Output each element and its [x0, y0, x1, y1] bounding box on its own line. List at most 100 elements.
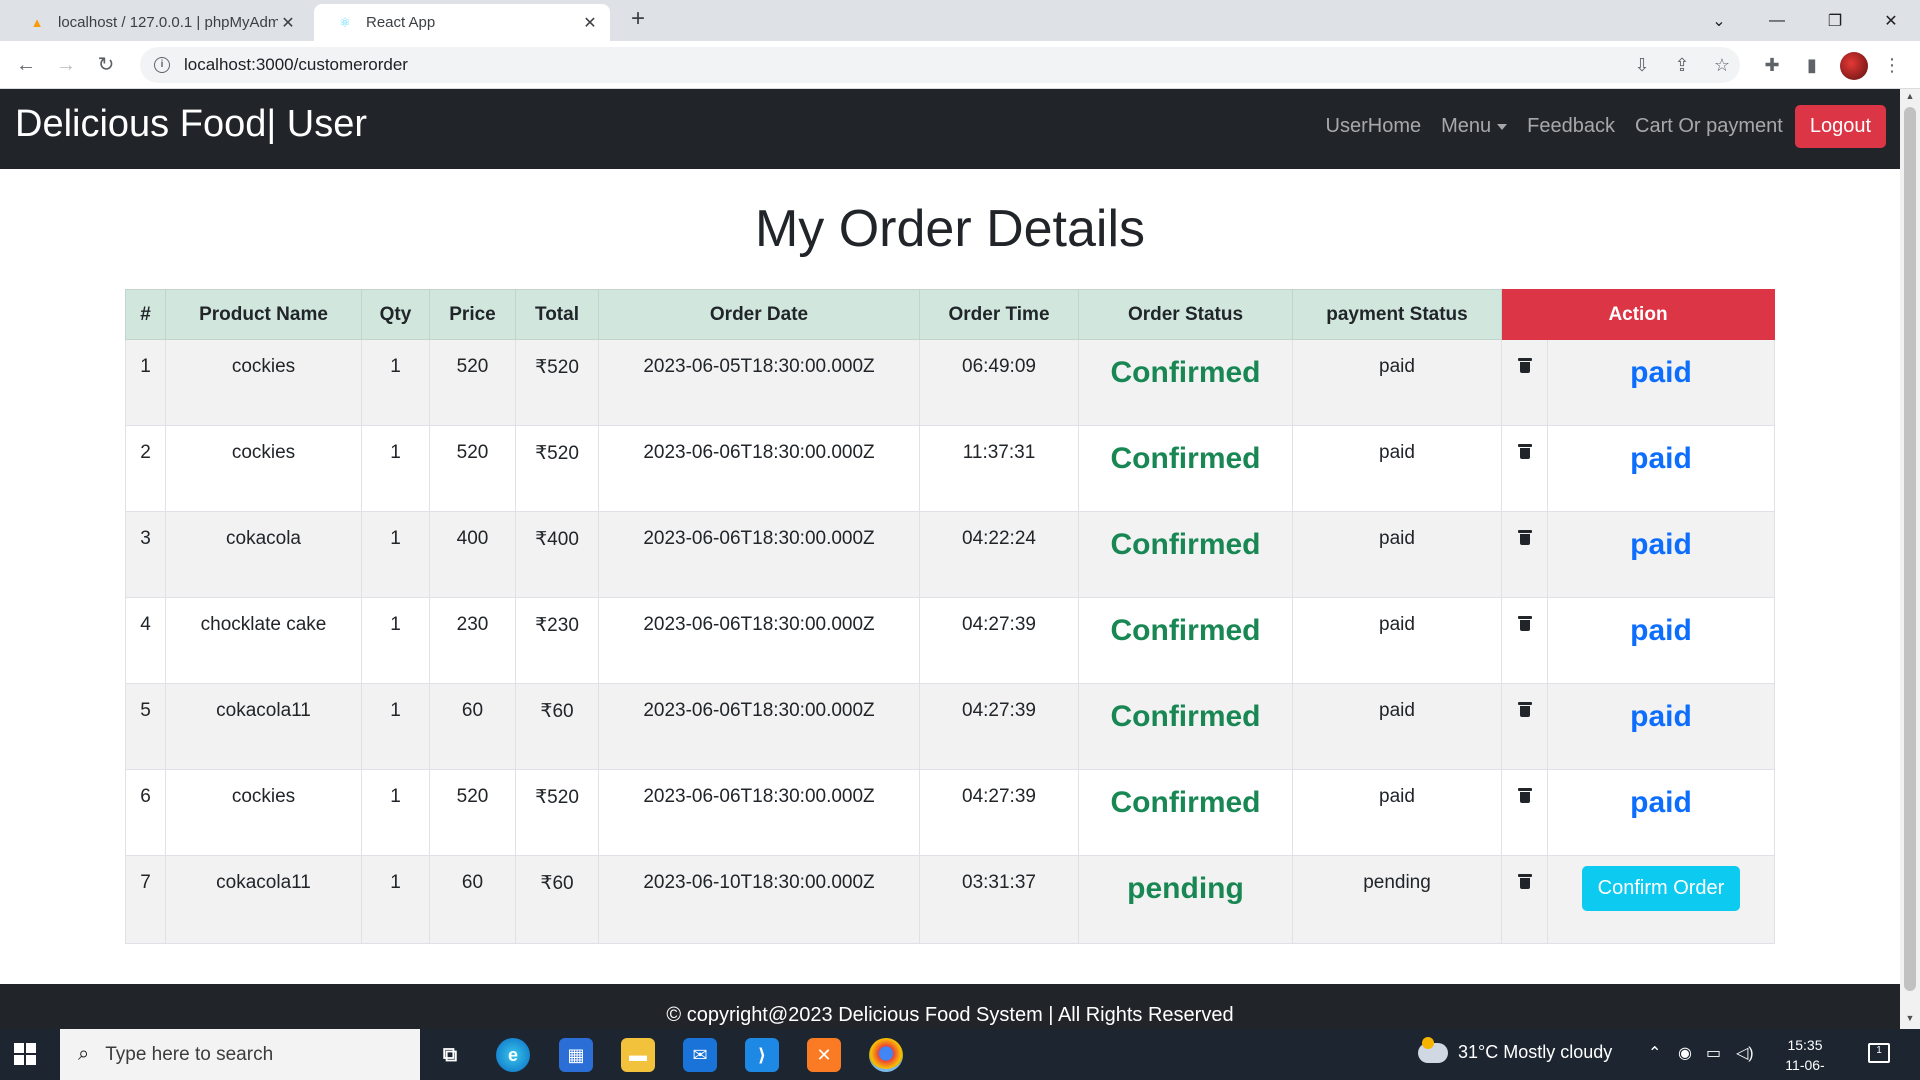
col-header: Qty — [361, 289, 430, 340]
restore-icon[interactable]: ❐ — [1806, 0, 1864, 41]
cell-order-number: 3 — [125, 511, 166, 598]
xampp-icon[interactable]: ✕ — [807, 1038, 841, 1072]
cell-order-status: Confirmed — [1078, 597, 1293, 684]
edge-icon[interactable]: e — [496, 1038, 530, 1072]
weather-widget[interactable]: 31°C Mostly cloudy — [1418, 1036, 1612, 1063]
bookmark-star-icon[interactable]: ☆ — [1710, 55, 1734, 79]
trash-icon[interactable] — [1517, 616, 1532, 632]
close-icon[interactable]: ✕ — [580, 13, 600, 33]
reload-icon[interactable]: ↻ — [90, 49, 122, 81]
back-icon[interactable]: ← — [10, 49, 42, 81]
window-close-icon[interactable]: ✕ — [1862, 0, 1920, 41]
brand-title[interactable]: Delicious Food| User — [15, 103, 367, 146]
cell-quantity: 1 — [361, 339, 430, 426]
notification-icon[interactable]: 1 — [1868, 1043, 1890, 1063]
cell-action: Confirm Order — [1547, 855, 1775, 944]
forward-icon[interactable]: → — [50, 49, 82, 81]
col-header: Price — [429, 289, 516, 340]
cell-total: ₹520 — [515, 769, 599, 856]
install-icon[interactable]: ⇩ — [1630, 55, 1654, 79]
nav-menu-dropdown[interactable]: Menu — [1441, 115, 1508, 138]
nav-userhome[interactable]: UserHome — [1326, 115, 1422, 138]
trash-icon[interactable] — [1517, 444, 1532, 460]
tray-chevron-icon[interactable]: ⌃ — [1648, 1043, 1661, 1063]
meet-icon[interactable]: ◉ — [1678, 1043, 1692, 1063]
new-tab-button[interactable]: + — [624, 6, 652, 34]
vscode-icon[interactable]: ⟩ — [745, 1038, 779, 1072]
cell-order-number: 5 — [125, 683, 166, 770]
taskbar-clock[interactable]: 15:35 11-06-2023 — [1770, 1035, 1840, 1080]
tab-title: React App — [366, 14, 436, 31]
cell-delete — [1501, 597, 1548, 684]
trash-icon[interactable] — [1517, 358, 1532, 374]
nav-cart-payment[interactable]: Cart Or payment — [1635, 115, 1783, 138]
trash-icon[interactable] — [1517, 874, 1532, 890]
file-explorer-icon[interactable]: ▬ — [621, 1038, 655, 1072]
cell-order-number: 7 — [125, 855, 166, 944]
cell-payment-status: paid — [1292, 683, 1502, 770]
cell-order-number: 1 — [125, 339, 166, 426]
cell-quantity: 1 — [361, 425, 430, 512]
trash-icon[interactable] — [1517, 788, 1532, 804]
scrollbar-thumb[interactable] — [1904, 107, 1916, 991]
cell-order-number: 6 — [125, 769, 166, 856]
cell-quantity: 1 — [361, 855, 430, 944]
address-bar: ← → ↻ i localhost:3000/customerorder ⇩ ⇪… — [0, 41, 1920, 89]
cell-action-paid: paid — [1547, 425, 1775, 512]
confirm-order-button[interactable]: Confirm Order — [1581, 866, 1741, 911]
cell-order-time: 04:22:24 — [919, 511, 1079, 598]
cell-total: ₹230 — [515, 597, 599, 684]
table-row: 5 cokacola11 1 60 ₹60 2023-06-06T18:30:00.000… — [125, 683, 1775, 770]
cell-order-time: 04:27:39 — [919, 683, 1079, 770]
minimize-icon[interactable]: — — [1748, 0, 1806, 41]
cell-order-date: 2023-06-06T18:30:00.000Z — [598, 425, 920, 512]
cell-action-paid: paid — [1547, 683, 1775, 770]
url-field[interactable]: i localhost:3000/customerorder — [140, 47, 1740, 83]
profile-avatar[interactable] — [1840, 52, 1868, 80]
cell-order-status: Confirmed — [1078, 769, 1293, 856]
task-view-icon[interactable]: ⧉ — [433, 1038, 467, 1072]
cell-product-name: cockies — [165, 425, 362, 512]
tab-react-app[interactable]: ⚛ React App ✕ — [314, 4, 610, 41]
cell-action-paid: paid — [1547, 339, 1775, 426]
store-icon[interactable]: ▦ — [559, 1038, 593, 1072]
trash-icon[interactable] — [1517, 530, 1532, 546]
page-title: My Order Details — [754, 200, 1146, 258]
scroll-up-icon[interactable]: ▲ — [1904, 91, 1916, 103]
nav-feedback[interactable]: Feedback — [1527, 115, 1615, 138]
cell-order-time: 11:37:31 — [919, 425, 1079, 512]
windows-start-icon[interactable] — [14, 1043, 36, 1065]
table-row: 2 cockies 1 520 ₹520 2023-06-06T18:30:00.000Z… — [125, 425, 1775, 512]
chrome-icon[interactable] — [869, 1038, 903, 1072]
battery-icon[interactable]: ▭ — [1706, 1043, 1721, 1063]
logout-button[interactable]: Logout — [1794, 105, 1886, 148]
site-info-icon[interactable]: i — [154, 57, 170, 73]
tab-search-icon[interactable]: ⌄ — [1690, 0, 1748, 41]
trash-icon[interactable] — [1517, 702, 1532, 718]
share-icon[interactable]: ⇪ — [1670, 55, 1694, 79]
phpmyadmin-icon: ▲ — [30, 15, 44, 30]
scroll-down-icon[interactable]: ▼ — [1904, 1013, 1916, 1025]
close-icon[interactable]: ✕ — [278, 13, 298, 33]
volume-icon[interactable]: ◁) — [1736, 1043, 1754, 1063]
side-panel-icon[interactable]: ▮ — [1800, 55, 1824, 79]
tab-phpmyadmin[interactable]: ▲ localhost / 127.0.0.1 | phpMyAdmin ✕ — [6, 4, 308, 41]
cell-price: 520 — [429, 339, 516, 426]
mail-icon[interactable]: ✉ — [683, 1038, 717, 1072]
cell-total: ₹400 — [515, 511, 599, 598]
table-row: 4 chocklate cake 1 230 ₹230 2023-06-06T18:30:… — [125, 597, 1775, 684]
cell-order-status: Confirmed — [1078, 683, 1293, 770]
taskbar-search[interactable]: ⌕ Type here to search — [60, 1029, 420, 1080]
nav-menu-label: Menu — [1441, 115, 1492, 137]
table-row: 1 cockies 1 520 ₹520 2023-06-05T18:30:00.000Z… — [125, 339, 1775, 426]
cell-order-date: 2023-06-06T18:30:00.000Z — [598, 769, 920, 856]
cell-total: ₹520 — [515, 339, 599, 426]
kebab-menu-icon[interactable]: ⋮ — [1880, 55, 1904, 79]
cell-delete — [1501, 339, 1548, 426]
extensions-icon[interactable]: ✚ — [1760, 55, 1784, 79]
col-header: Product Name — [165, 289, 362, 340]
table-row: 6 cockies 1 520 ₹520 2023-06-06T18:30:00.000Z… — [125, 769, 1775, 856]
cell-total: ₹520 — [515, 425, 599, 512]
page-scrollbar[interactable]: ▲ ▼ — [1900, 89, 1920, 1029]
cell-quantity: 1 — [361, 769, 430, 856]
